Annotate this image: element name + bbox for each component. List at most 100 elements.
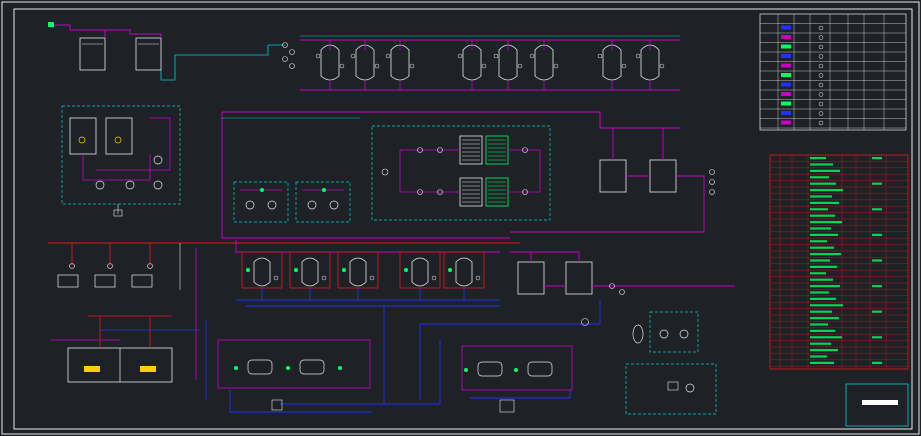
bottom-pump-stations <box>217 306 573 413</box>
equipment-entry <box>810 285 840 288</box>
pump-icon <box>131 274 153 288</box>
instrument-icon <box>338 366 342 370</box>
pipe <box>52 24 106 38</box>
equipment-entry <box>810 259 830 262</box>
title-block-bar <box>862 400 898 405</box>
legend-symbol <box>781 120 791 125</box>
equipment-entry <box>810 291 829 294</box>
equipment-entry <box>810 240 827 243</box>
filter-vessel-bank <box>268 35 680 91</box>
valve-icon <box>709 169 715 175</box>
instrument-icon <box>404 268 408 272</box>
legend-symbol <box>781 73 791 77</box>
legend-symbol <box>818 35 824 40</box>
filter-vessel-icon <box>534 44 554 81</box>
equipment-entry <box>810 310 832 313</box>
equipment-entry <box>810 233 838 236</box>
legend-symbol <box>818 120 824 126</box>
pipe-main <box>221 112 510 239</box>
skid-boundary <box>233 181 289 223</box>
sampling-skid <box>632 324 695 393</box>
legend-symbol <box>781 44 791 49</box>
valve-icon <box>369 275 375 281</box>
equipment-entry <box>810 278 833 281</box>
equipment-entry <box>810 221 842 224</box>
valve-icon <box>597 53 603 59</box>
equipment-entry <box>810 297 836 300</box>
legend-symbol <box>781 35 791 39</box>
equipment-entry <box>810 169 840 172</box>
instrument-icon <box>260 188 264 192</box>
equipment-entry <box>810 182 836 185</box>
submerged-pump-icon <box>84 366 100 372</box>
process-flow-diagram <box>1 1 920 435</box>
instrument-icon <box>286 366 290 370</box>
equipment-entry <box>810 329 835 332</box>
instrument-icon <box>342 268 346 272</box>
filter-vessel-icon <box>390 44 410 81</box>
equipment-entry <box>872 208 882 211</box>
equipment-entry <box>872 285 882 288</box>
tank-icon <box>271 399 283 411</box>
legend-symbol <box>781 92 791 96</box>
pipe <box>400 149 540 193</box>
pipe-blue <box>383 306 441 404</box>
legend-symbol <box>781 25 791 30</box>
legend-symbol <box>818 44 824 50</box>
legend-symbol <box>818 82 824 88</box>
valve-icon <box>553 63 559 69</box>
pump-icon <box>247 359 273 375</box>
legend-symbol <box>818 73 824 78</box>
legend-symbol <box>818 63 824 69</box>
tank-icon <box>105 117 133 155</box>
valve-icon <box>659 63 665 69</box>
legend-symbol <box>781 101 791 106</box>
title-block <box>845 383 909 427</box>
filter-vessel-icon <box>411 257 429 287</box>
pump-icon <box>685 383 695 393</box>
instrument-icon <box>514 368 518 372</box>
instrument-icon <box>114 136 122 144</box>
equipment-entry <box>810 265 837 268</box>
legend-symbol <box>781 111 791 115</box>
equipment-entry <box>810 349 838 352</box>
instrument-icon <box>78 136 86 144</box>
valve-icon <box>289 63 295 69</box>
valve-icon <box>529 53 535 59</box>
pump-icon <box>527 361 553 377</box>
equipment-entry <box>810 214 835 217</box>
filter-vessel-icon <box>455 257 473 287</box>
valve-icon <box>409 63 415 69</box>
pipe-main <box>222 111 680 129</box>
valve-icon <box>282 56 288 62</box>
valve-cluster <box>282 42 295 69</box>
equipment-entry <box>810 157 826 160</box>
red-line-system <box>48 242 520 290</box>
legend-symbol <box>818 111 824 116</box>
pipe-blue <box>420 300 601 325</box>
pump-icon <box>679 329 689 339</box>
pipe-magenta <box>235 240 500 253</box>
equipment-entry <box>810 342 831 345</box>
instrument-icon <box>381 168 389 176</box>
filter-vessel-icon <box>498 44 518 81</box>
equipment-entry <box>810 361 834 364</box>
valve-icon <box>350 53 356 59</box>
filter-vessel-icon <box>301 257 319 287</box>
pipe <box>510 251 580 262</box>
valve-icon <box>619 289 625 295</box>
valve-icon <box>457 53 463 59</box>
legend-symbol <box>818 25 824 31</box>
collection-basin <box>50 315 200 383</box>
instrument-icon <box>294 268 298 272</box>
pump-icon <box>125 180 135 190</box>
equipment-entry <box>810 176 829 179</box>
pipe <box>82 154 151 181</box>
skid-boundary <box>295 181 351 223</box>
pump-icon <box>57 274 79 288</box>
filter-vessel-row <box>315 40 665 90</box>
pipe-red <box>88 315 172 348</box>
valve-icon <box>374 63 380 69</box>
pump-icon <box>153 155 163 165</box>
tank-icon <box>649 159 677 193</box>
